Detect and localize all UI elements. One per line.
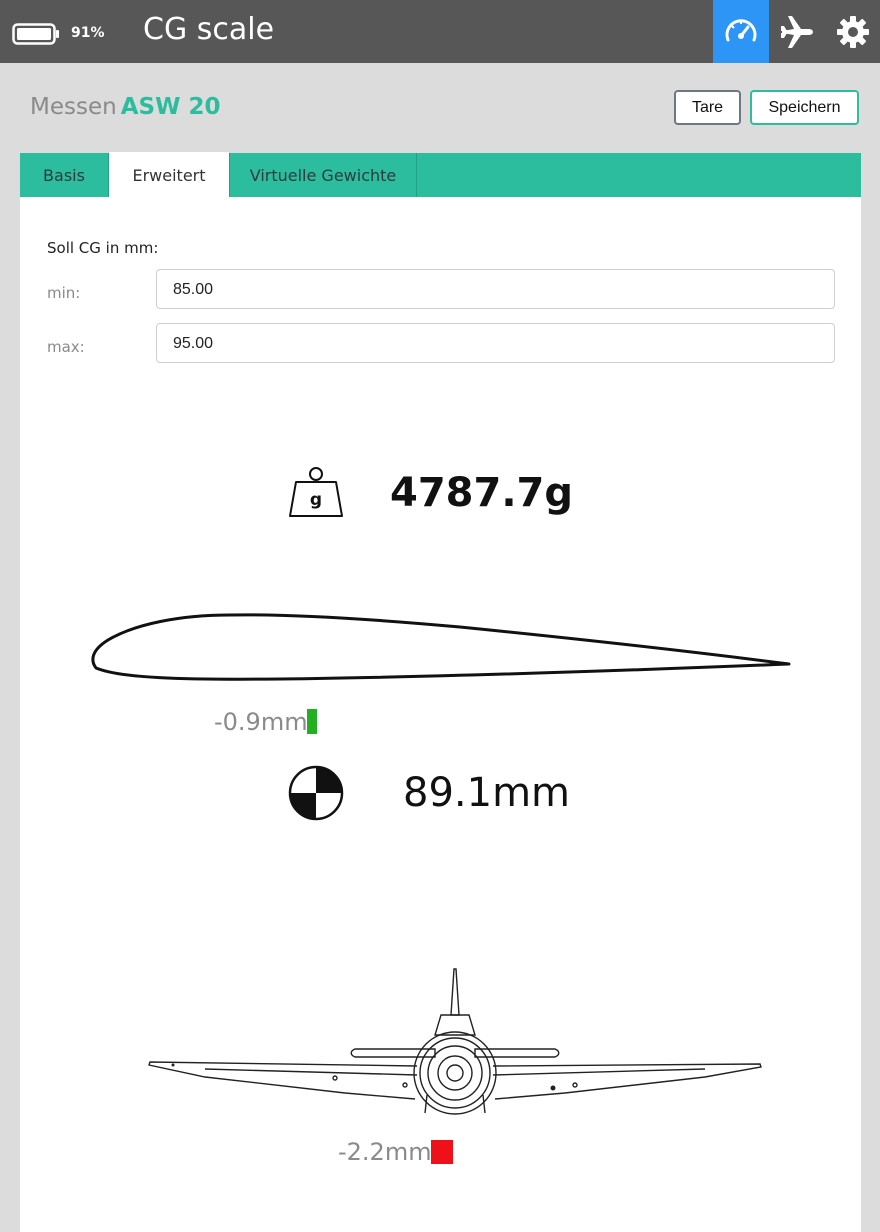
lateral-status-indicator [431, 1140, 453, 1164]
tab-basis[interactable]: Basis [20, 153, 109, 197]
airfoil-diagram [91, 613, 791, 681]
target-cg-label: Soll CG in mm: [47, 239, 159, 257]
nav-measure-button[interactable] [713, 0, 769, 63]
tare-button[interactable]: Tare [674, 90, 741, 125]
content-panel: Soll CG in mm: min: 85.00 max: 95.00 g 4… [20, 197, 861, 1232]
page-title-label: Messen [30, 94, 117, 120]
app-title: CG scale [143, 12, 275, 47]
airplane-front-view [148, 968, 762, 1115]
max-input[interactable]: 95.00 [156, 323, 835, 363]
wing-deviation-value: -0.9mm [214, 708, 308, 736]
nav-model-button[interactable] [769, 0, 825, 63]
tab-erweitert[interactable]: Erweitert [109, 152, 229, 198]
tab-virtuelle-gewichte[interactable]: Virtuelle Gewichte [229, 153, 417, 197]
speedometer-icon [725, 18, 757, 41]
tab-bar: Basis Erweitert Virtuelle Gewichte [20, 152, 861, 198]
airplane-icon [781, 15, 813, 48]
save-button[interactable]: Speichern [750, 90, 859, 125]
cg-symbol-icon [288, 765, 344, 821]
battery-icon [12, 23, 59, 45]
gear-icon [837, 15, 869, 48]
page-title: Messen ASW 20 [30, 94, 220, 120]
weight-icon-text: g [310, 490, 322, 510]
weight-icon: g [289, 467, 343, 517]
min-input[interactable]: 85.00 [156, 269, 835, 309]
wing-status-indicator [307, 709, 317, 734]
model-name: ASW 20 [120, 94, 221, 120]
lateral-deviation-value: -2.2mm [338, 1138, 432, 1166]
battery-percentage: 91% [71, 25, 105, 41]
max-label: max: [47, 338, 85, 356]
weight-value: 4787.7g [390, 470, 573, 516]
top-bar: 91% CG scale [0, 0, 880, 63]
cg-value: 89.1mm [403, 770, 570, 816]
min-label: min: [47, 284, 81, 302]
nav-settings-button[interactable] [825, 0, 880, 63]
